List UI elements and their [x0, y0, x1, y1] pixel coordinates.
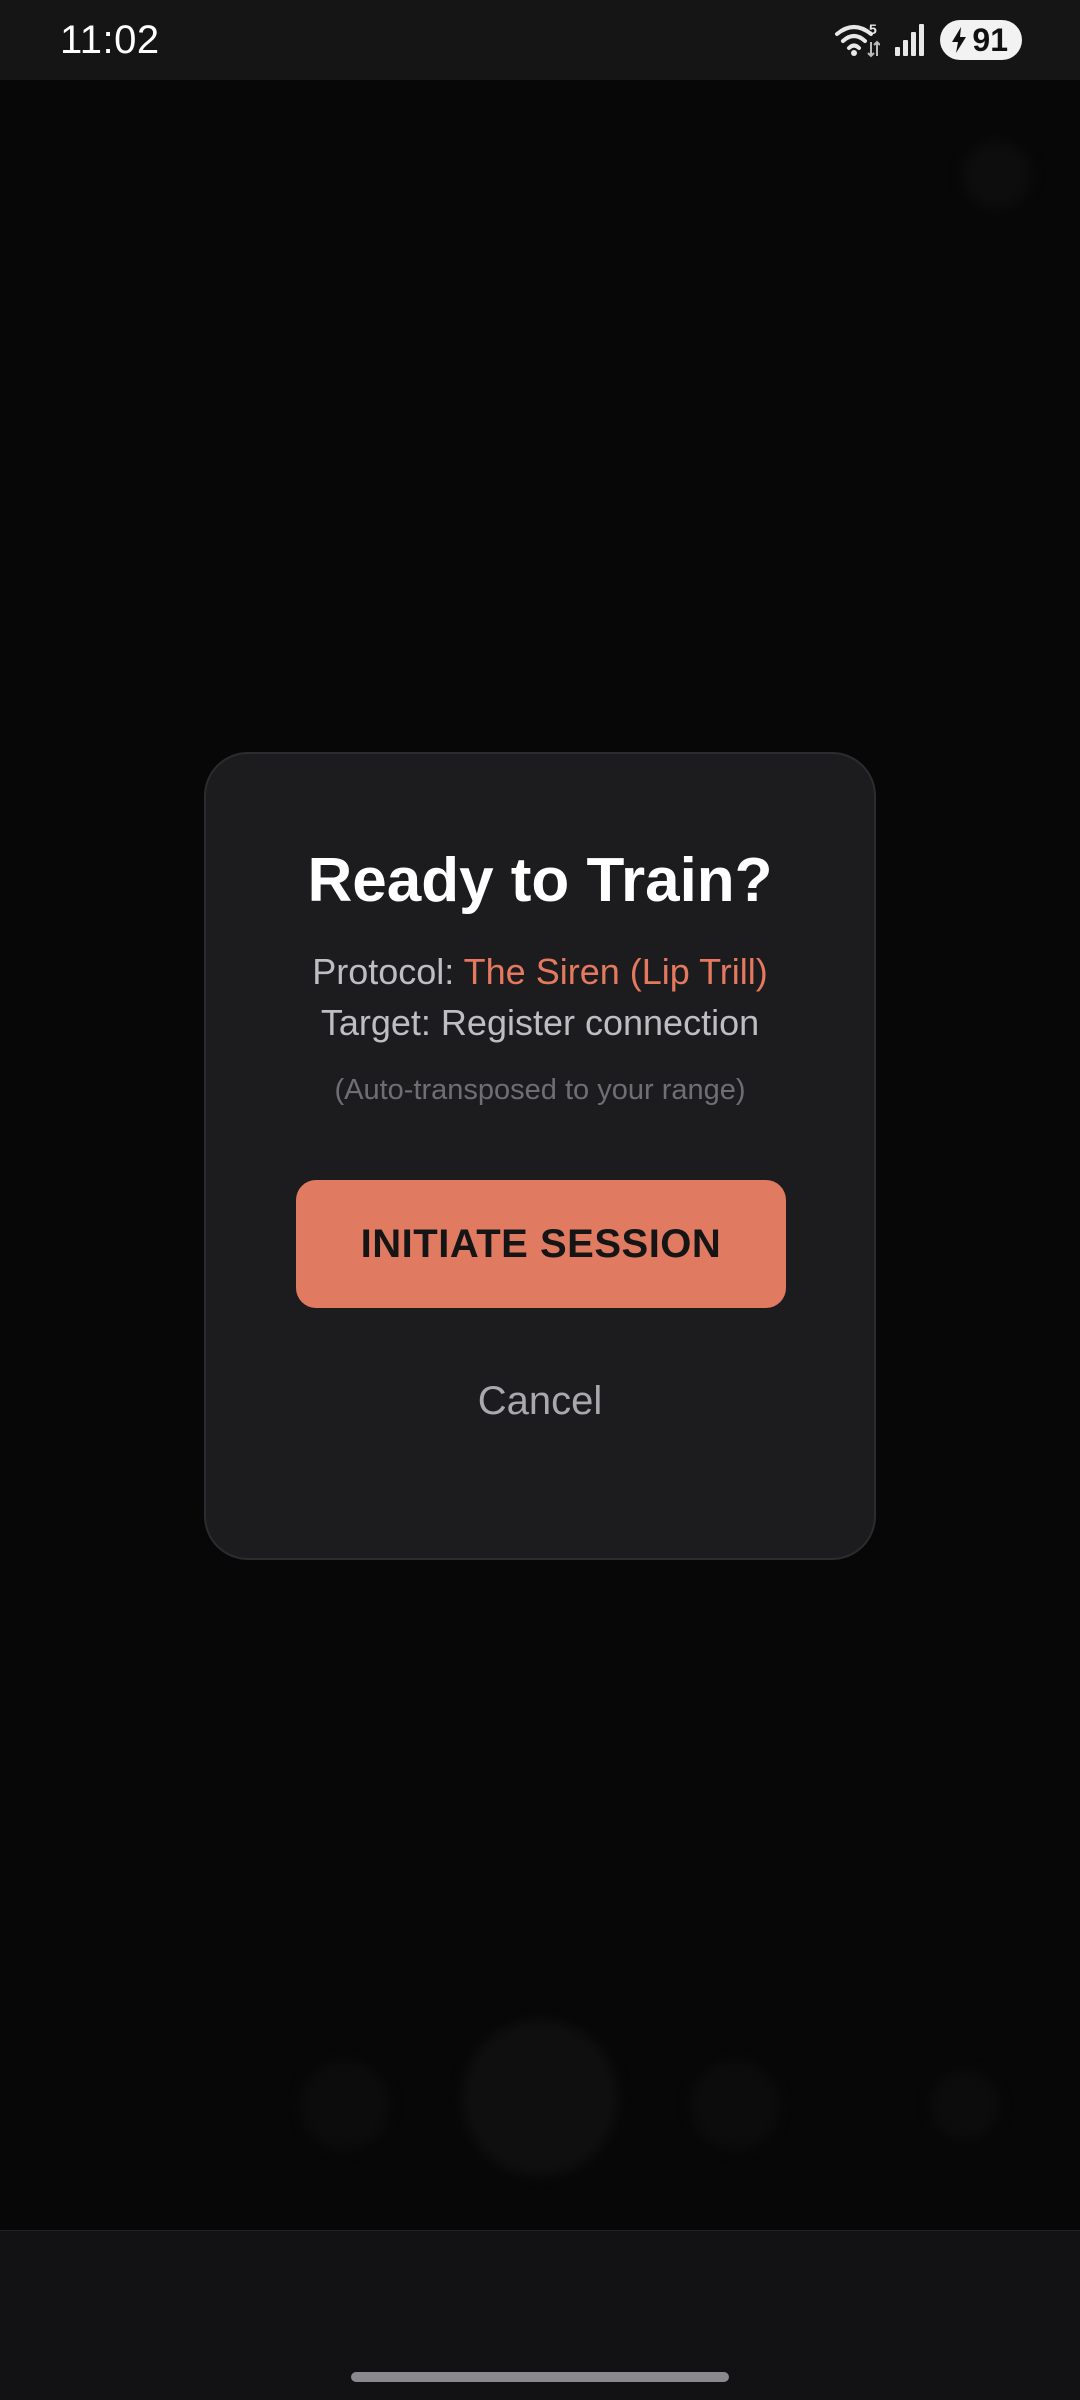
- wifi-badge: 5: [869, 22, 877, 37]
- cancel-button[interactable]: Cancel: [420, 1380, 660, 1422]
- wifi-icon: 5: [835, 22, 881, 58]
- dialog-title: Ready to Train?: [307, 846, 773, 915]
- status-bar: 11:02 5 91: [0, 0, 1080, 80]
- status-icons: 5 91: [834, 20, 1022, 60]
- bottom-bar: [0, 2230, 1080, 2400]
- battery-level: 91: [972, 21, 1008, 58]
- protocol-label: Protocol:: [312, 951, 464, 992]
- ready-to-train-dialog: Ready to Train? Protocol: The Siren (Lip…: [204, 752, 876, 1560]
- protocol-line: Protocol: The Siren (Lip Trill): [206, 954, 874, 990]
- battery-charging-icon: [952, 27, 967, 53]
- transpose-note: (Auto-transposed to your range): [334, 1074, 746, 1106]
- protocol-value: The Siren (Lip Trill): [463, 951, 768, 992]
- home-indicator[interactable]: [351, 2372, 729, 2382]
- signal-icon: [895, 24, 925, 56]
- target-line: Target: Register connection: [320, 1002, 760, 1043]
- status-time: 11:02: [60, 17, 160, 62]
- battery-indicator: 91: [940, 20, 1022, 60]
- initiate-session-button[interactable]: INITIATE SESSION: [296, 1180, 786, 1308]
- screen: 11:02 5 91 Ready to Train? Protocol: The…: [0, 0, 1080, 2400]
